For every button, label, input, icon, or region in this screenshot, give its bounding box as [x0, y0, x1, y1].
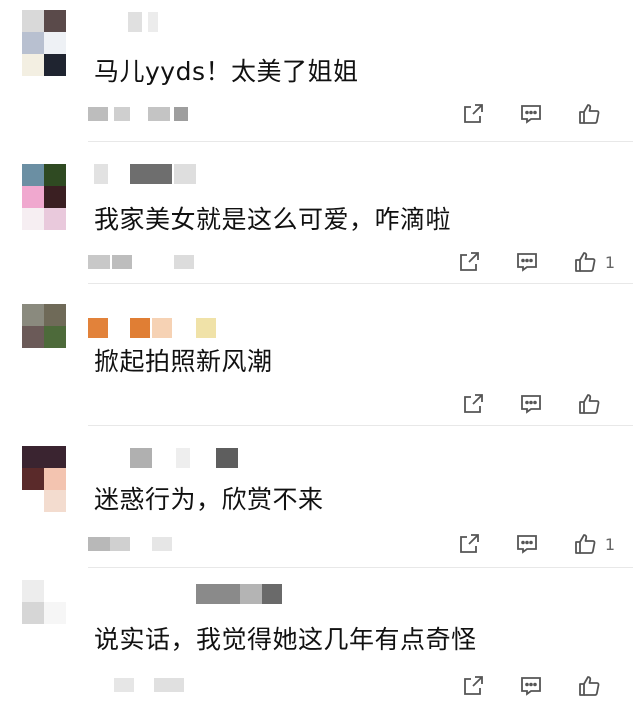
comment-actions: [429, 672, 615, 700]
thumbs-up-icon[interactable]: [571, 530, 599, 558]
comment-actions: 1: [425, 248, 615, 276]
username-blurred[interactable]: [88, 318, 228, 342]
username-blurred[interactable]: [88, 584, 288, 608]
comment-text: 我家美女就是这么可爱，咋滴啦: [94, 205, 452, 234]
avatar[interactable]: [22, 164, 66, 230]
like-button[interactable]: 1: [571, 530, 615, 558]
share-icon[interactable]: [459, 100, 487, 128]
comment-item: 说实话，我觉得她这几年有点奇怪: [0, 568, 633, 708]
comment-text: 迷惑行为，欣赏不来: [94, 485, 324, 514]
comment-time-blurred: [88, 537, 188, 553]
avatar[interactable]: [22, 446, 66, 512]
comment-item: 马儿yyds！太美了姐姐: [0, 0, 633, 142]
comment-icon[interactable]: [517, 100, 545, 128]
thumbs-up-icon[interactable]: [575, 100, 603, 128]
username-blurred[interactable]: [88, 164, 208, 188]
like-button[interactable]: [575, 672, 615, 700]
comment-item: 我家美女就是这么可爱，咋滴啦 1: [0, 142, 633, 284]
comment-item: 迷惑行为，欣赏不来 1: [0, 426, 633, 568]
share-icon[interactable]: [455, 530, 483, 558]
username-blurred[interactable]: [88, 448, 248, 472]
comment-text: 马儿yyds！太美了姐姐: [94, 57, 359, 86]
thumbs-up-icon[interactable]: [575, 390, 603, 418]
like-button[interactable]: [575, 390, 615, 418]
like-count: 1: [604, 252, 615, 272]
share-icon[interactable]: [459, 390, 487, 418]
comment-text: 说实话，我觉得她这几年有点奇怪: [94, 625, 477, 654]
comment-actions: [429, 100, 615, 128]
comment-actions: 1: [425, 530, 615, 558]
comment-item: 掀起拍照新风潮: [0, 284, 633, 426]
thumbs-up-icon[interactable]: [575, 672, 603, 700]
comment-icon[interactable]: [517, 390, 545, 418]
like-button[interactable]: 1: [571, 248, 615, 276]
avatar[interactable]: [22, 580, 66, 646]
comment-icon[interactable]: [517, 672, 545, 700]
comment-time-blurred: [88, 678, 198, 694]
share-icon[interactable]: [455, 248, 483, 276]
like-button[interactable]: [575, 100, 615, 128]
avatar[interactable]: [22, 304, 66, 370]
comment-actions: [429, 390, 615, 418]
comment-icon[interactable]: [513, 530, 541, 558]
like-count: 1: [604, 534, 615, 554]
comment-time-blurred: [88, 107, 198, 123]
avatar[interactable]: [22, 10, 66, 76]
comment-icon[interactable]: [513, 248, 541, 276]
comment-time-blurred: [88, 255, 208, 271]
thumbs-up-icon[interactable]: [571, 248, 599, 276]
comment-text: 掀起拍照新风潮: [94, 347, 273, 376]
share-icon[interactable]: [459, 672, 487, 700]
username-blurred[interactable]: [88, 12, 208, 36]
